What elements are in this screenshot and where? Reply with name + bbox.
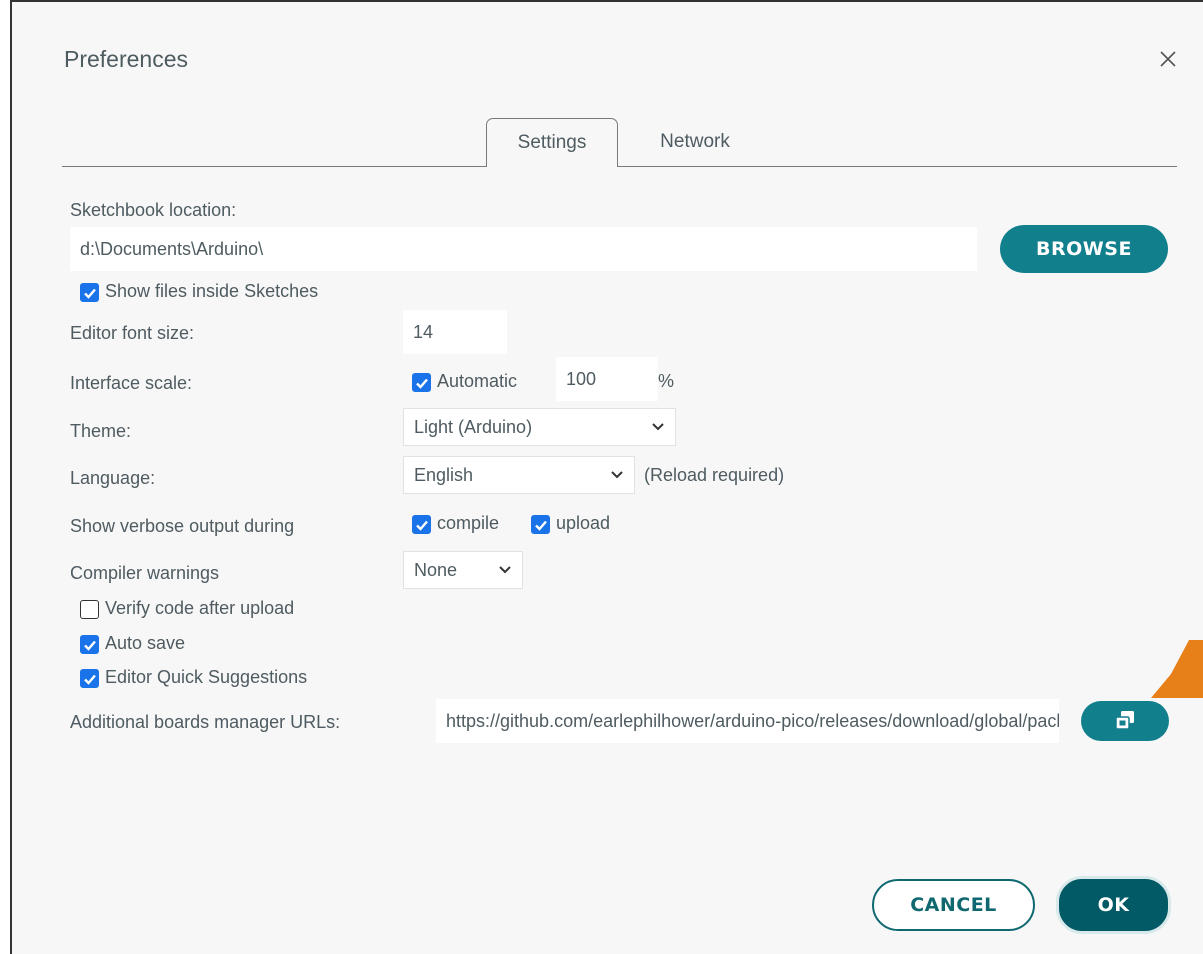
chevron-down-icon [652,423,664,431]
checkmark-icon [416,378,428,389]
verbose-upload-checkbox[interactable] [531,515,550,534]
theme-label: Theme: [70,421,132,441]
verify-code-label: Verify code after upload [105,598,295,618]
compiler-warnings-label: Compiler warnings [70,563,220,583]
checkmark-icon [416,520,428,531]
verify-code-checkbox[interactable] [80,600,99,619]
annotation-arrow-icon [1151,640,1203,698]
open-window-icon [1115,711,1134,730]
language-select[interactable]: English [403,456,635,494]
preferences-dialog: Preferences Settings Network Sketchbook … [10,0,1203,954]
tab-network[interactable]: Network [640,118,750,166]
auto-save-checkbox[interactable] [80,635,99,654]
chevron-down-icon [611,471,623,479]
ok-button[interactable]: OK [1056,876,1171,934]
cancel-button[interactable]: CANCEL [872,879,1035,931]
verbose-compile-checkbox[interactable] [412,515,431,534]
boards-urls-label: Additional boards manager URLs: [70,712,341,732]
quick-suggestions-checkbox[interactable] [80,669,99,688]
compiler-warnings-selected-value: None [414,559,458,580]
quick-suggestions-label: Editor Quick Suggestions [105,667,308,687]
verbose-output-label: Show verbose output during [70,516,295,536]
checkmark-icon [84,640,96,651]
sketchbook-label: Sketchbook location: [70,200,237,220]
interface-scale-unit: % [658,371,675,391]
show-files-label: Show files inside Sketches [105,281,319,301]
interface-scale-label: Interface scale: [70,373,193,393]
boards-urls-input[interactable]: https://github.com/earlephilhower/arduin… [436,699,1059,743]
automatic-scale-label: Automatic [437,371,518,391]
checkmark-icon [84,674,96,685]
checkmark-icon [84,288,96,299]
close-icon[interactable] [1157,48,1179,70]
font-size-label: Editor font size: [70,323,195,343]
automatic-scale-checkbox[interactable] [412,373,431,392]
tabs-divider [62,166,1177,167]
verbose-compile-label: compile [437,513,500,533]
compiler-warnings-select[interactable]: None [403,551,523,589]
show-files-checkbox[interactable] [80,283,99,302]
auto-save-label: Auto save [105,633,186,653]
language-selected-value: English [414,464,474,485]
dialog-title: Preferences [64,46,189,72]
browse-button[interactable]: BROWSE [1000,225,1168,273]
chevron-down-icon [499,566,511,574]
theme-selected-value: Light (Arduino) [414,416,533,437]
language-reload-note: (Reload required) [644,465,785,485]
language-label: Language: [70,468,156,488]
tab-settings[interactable]: Settings [486,118,618,167]
verbose-upload-label: upload [556,513,611,533]
font-size-input[interactable]: 14 [403,310,507,354]
interface-scale-input[interactable]: 100 [556,357,658,401]
sketchbook-location-input[interactable]: d:\Documents\Arduino\ [70,227,977,271]
checkmark-icon [535,520,547,531]
theme-select[interactable]: Light (Arduino) [403,408,676,446]
